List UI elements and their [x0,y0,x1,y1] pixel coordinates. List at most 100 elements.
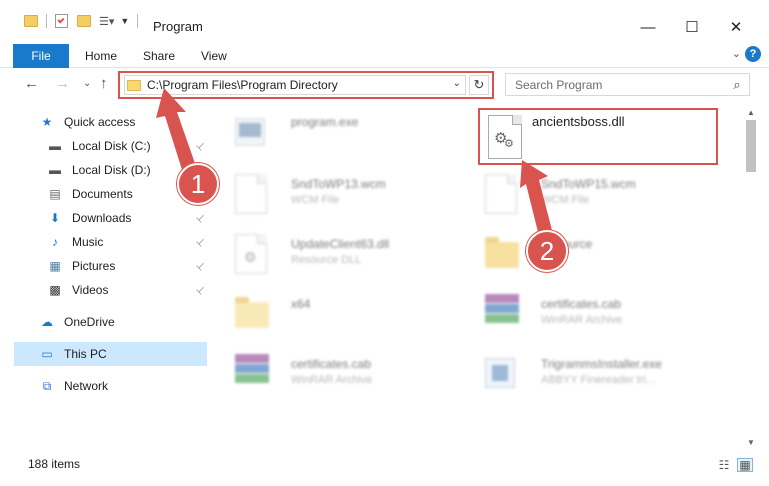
search-icon[interactable]: ⌕ [725,77,749,93]
file-item[interactable]: Resource [463,226,703,280]
file-name: certificates.cab [541,297,622,311]
recent-locations-button[interactable]: ⌄ [83,78,91,89]
file-item[interactable]: ⚙ UpdateClient63.dll Resource DLL [213,226,453,280]
sidebar-item-label: OneDrive [64,315,115,329]
document-icon [235,174,271,216]
download-icon: ⬇ [49,211,61,225]
folder-icon [485,234,521,276]
step-1-badge: 1 [177,163,219,205]
sidebar-item-network[interactable]: ⧉ Network [14,374,207,398]
sidebar-item-label: Downloads [72,211,132,225]
sidebar-item-videos[interactable]: ▩ Videos ⊥ [14,278,207,302]
quick-access-toolbar: ☰▾ ▼ [24,14,139,28]
pin-icon[interactable]: ⊥ [194,259,208,273]
scrollbar-thumb[interactable] [746,120,756,172]
drive-icon: ▬ [49,139,61,153]
customize-icon[interactable]: ☰▾ [99,15,114,28]
star-icon: ★ [41,115,53,129]
sidebar-item-label: Documents [72,187,133,201]
file-name: UpdateClient63.dll [291,237,390,251]
highlighted-file-item[interactable]: ⚙ ⚙ ancientsboss.dll [478,108,718,165]
status-bar: 188 items ☷ ▦ [0,450,769,486]
file-type: WCM File [291,194,340,206]
forward-button[interactable]: → [55,75,70,92]
sidebar-item-label: Network [64,379,109,393]
file-tab[interactable]: File [13,44,69,68]
file-item[interactable]: x64 [213,286,453,340]
back-button[interactable]: ← [24,75,39,92]
file-item[interactable]: TrigrammsInstaller.exe ABBYY Finereader … [463,346,703,400]
sidebar-item-label: This PC [64,347,107,361]
file-item[interactable]: SndToWP15.wcm WCM File [463,166,703,220]
help-icon[interactable]: ? [745,46,761,62]
pin-icon[interactable]: ⊥ [194,235,208,249]
sidebar-item-downloads[interactable]: ⬇ Downloads ⊥ [14,206,208,230]
step-2-badge: 2 [526,230,568,272]
sidebar-item-label: Music [72,235,104,249]
exe-icon [235,112,271,154]
sidebar-item-label: Local Disk (C:) [72,139,151,153]
file-type: WinRAR Archive [541,314,623,326]
videos-icon: ▩ [49,283,61,297]
dll-icon: ⚙ [235,234,271,276]
winrar-icon [485,294,521,336]
maximize-button[interactable]: ☐ [672,14,712,40]
search-box[interactable]: Search Program ⌕ [505,73,750,96]
pin-icon[interactable]: ⊥ [194,283,208,297]
music-icon: ♪ [52,235,58,249]
up-button[interactable]: ↑ [100,75,108,92]
file-name: ancientsboss.dll [532,114,625,129]
installer-icon [485,354,521,396]
file-item[interactable]: SndToWP13.wcm WCM File [213,166,453,220]
dll-gear-icon: ⚙ ⚙ [488,115,522,159]
file-item[interactable]: certificates.cab WinRAR Archive [213,346,453,400]
folder-icon [235,294,271,336]
scroll-up-icon[interactable]: ▲ [747,108,755,117]
cloud-icon: ☁ [41,315,53,329]
document-icon [485,174,521,216]
sidebar-item-label: Videos [72,283,109,297]
tab-home[interactable]: Home [85,49,117,63]
sidebar-item-pictures[interactable]: ▦ Pictures ⊥ [14,254,207,278]
vertical-scrollbar[interactable]: ▲ ▼ [743,104,760,449]
file-item[interactable]: certificates.cab WinRAR Archive [463,286,703,340]
folder-icon [24,15,38,27]
folder-icon [127,79,141,91]
details-view-icon[interactable]: ☷ [716,458,732,472]
tab-share[interactable]: Share [143,49,175,63]
file-name: x64 [291,297,311,311]
tab-view[interactable]: View [201,49,227,63]
file-name: certificates.cab [291,357,372,371]
sidebar-item-onedrive[interactable]: ☁ OneDrive [14,310,207,334]
file-type: Resource DLL [291,254,362,266]
sidebar-item-music[interactable]: ♪ Music ⊥ [14,230,208,254]
window-title: Program [153,19,203,34]
sidebar-item-label: Local Disk (D:) [72,163,151,177]
minimize-button[interactable]: — [628,14,668,40]
scroll-down-icon[interactable]: ▼ [747,438,755,447]
sidebar-item-this-pc[interactable]: ▭ This PC [14,342,207,366]
network-icon: ⧉ [42,378,52,393]
file-item[interactable]: program.exe [213,104,453,158]
new-folder-icon[interactable] [77,15,91,27]
large-icons-view-icon[interactable]: ▦ [737,458,753,472]
sidebar-item-label: Quick access [64,115,136,129]
file-name: SndToWP13.wcm [291,177,386,191]
properties-icon[interactable] [55,14,68,28]
address-dropdown-icon[interactable]: ⌄ [453,78,461,89]
pin-icon[interactable]: ⊥ [194,211,208,225]
file-name: TrigrammsInstaller.exe [541,357,662,371]
close-button[interactable]: ✕ [716,14,756,40]
expand-ribbon-icon[interactable]: ⌄ [732,47,741,60]
title-bar: ☰▾ ▼ Program — ☐ ✕ [0,0,769,42]
file-name: program.exe [291,115,359,129]
sidebar-item-label: Pictures [72,259,116,273]
ribbon: File Home Share View ⌄ ? [0,42,769,68]
documents-icon: ▤ [49,187,61,201]
file-type: ABBYY Finereader tri... [541,374,656,386]
winrar-icon [235,354,271,396]
search-input[interactable]: Search Program [506,78,725,92]
qat-dropdown-icon[interactable]: ▼ [120,16,129,26]
file-type: WinRAR Archive [291,374,373,386]
refresh-button[interactable]: ↻ [469,75,489,95]
